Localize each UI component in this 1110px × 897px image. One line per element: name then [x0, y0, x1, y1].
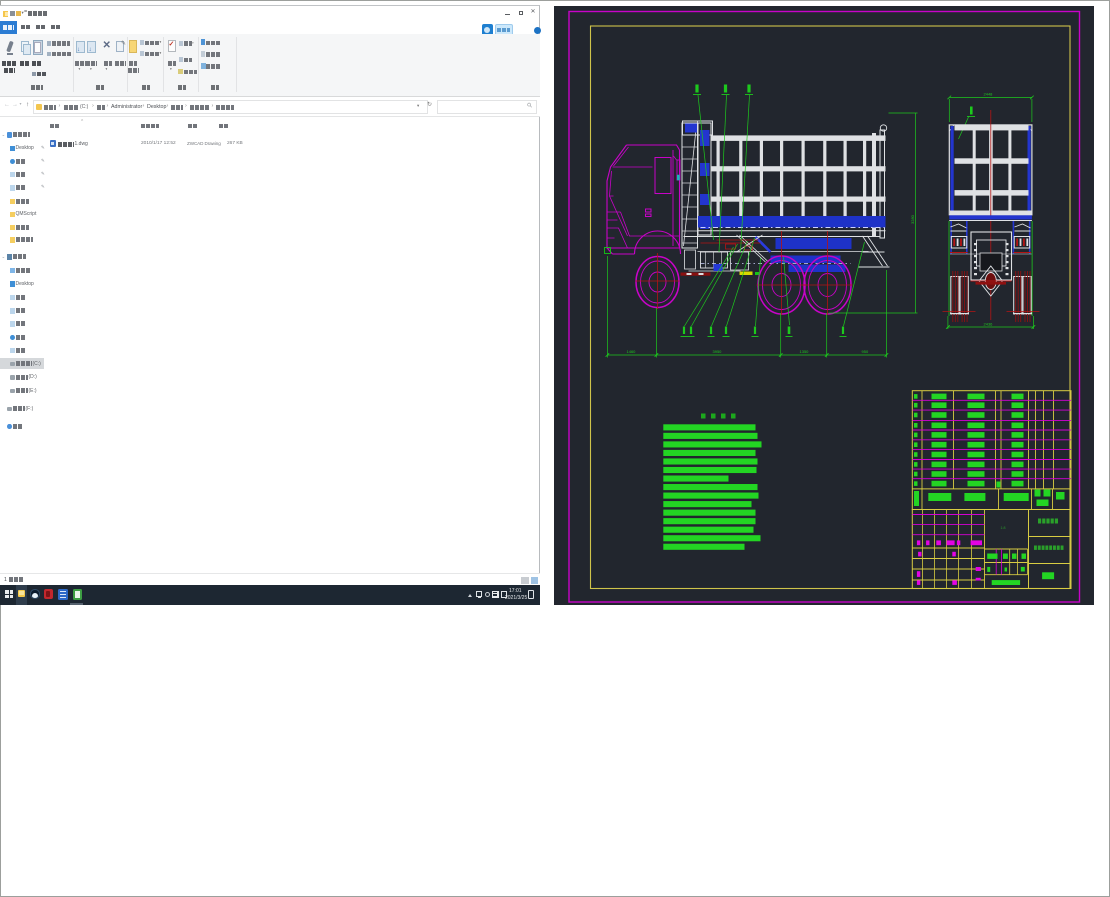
svg-text:1:8: 1:8 — [1000, 526, 1005, 530]
svg-text:1350: 1350 — [799, 349, 809, 354]
svg-text:950: 950 — [861, 349, 868, 354]
svg-text:2448: 2448 — [983, 92, 993, 97]
svg-text:3950: 3950 — [712, 349, 722, 354]
svg-text:2436: 2436 — [983, 322, 993, 327]
svg-text:3280: 3280 — [910, 214, 915, 224]
svg-text:1460: 1460 — [626, 349, 636, 354]
